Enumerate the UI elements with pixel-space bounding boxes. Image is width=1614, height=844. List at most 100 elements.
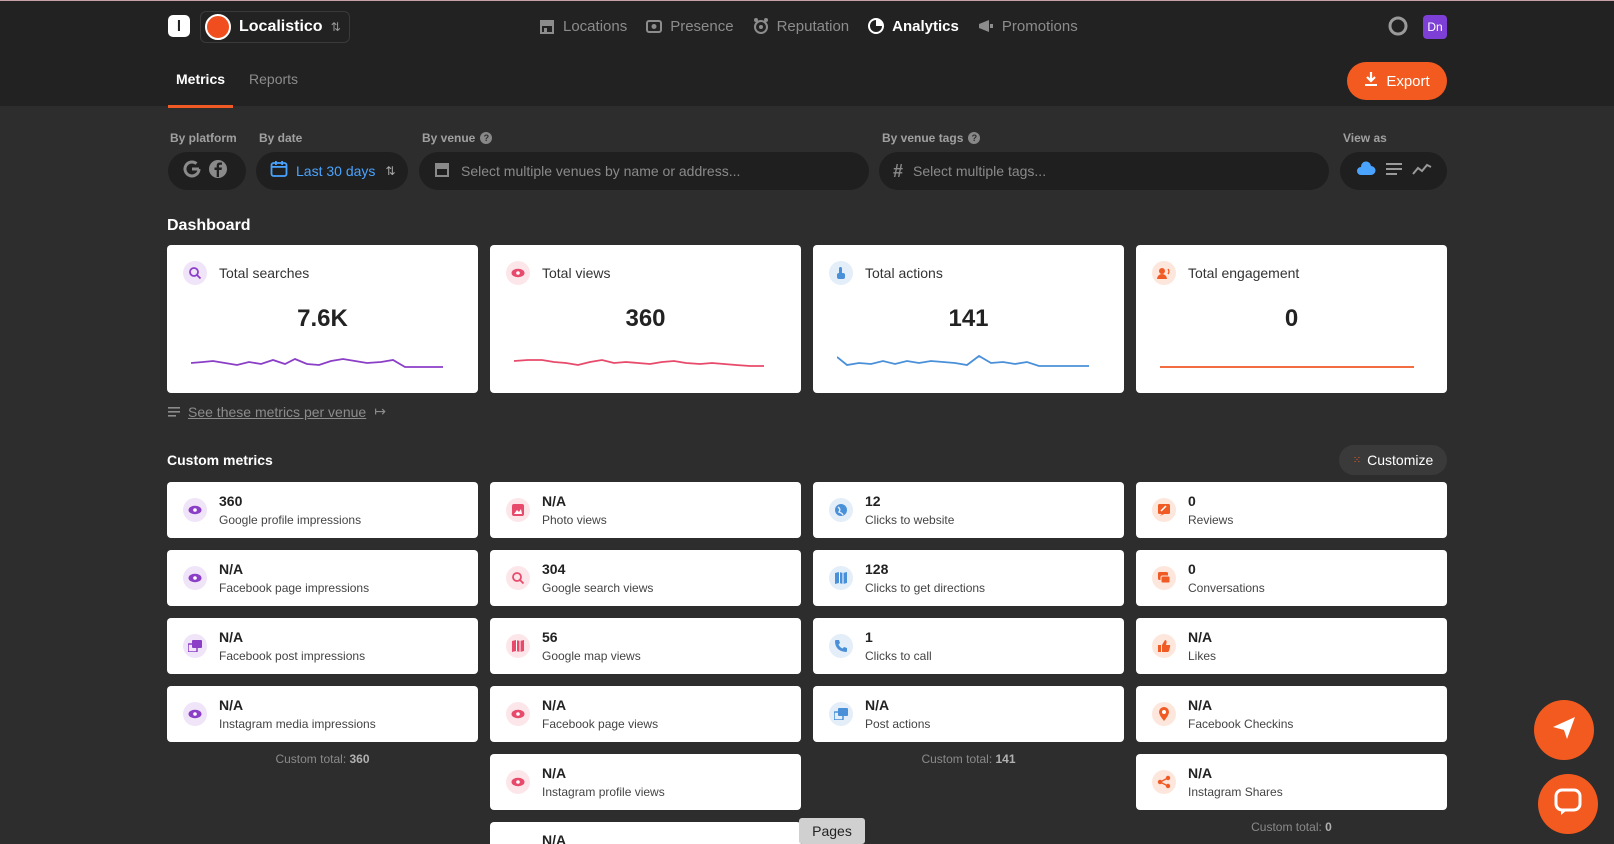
eye-icon <box>506 261 530 285</box>
metric-value: N/A <box>1188 629 1213 645</box>
nav-presence[interactable]: Presence <box>645 15 734 37</box>
view-as-label: View as <box>1343 131 1387 145</box>
metric-clicks-to-call[interactable]: 1 Clicks to call <box>813 618 1124 674</box>
metric-instagram-shares[interactable]: N/A Instagram Shares <box>1136 754 1447 810</box>
chat-icon <box>1152 566 1176 590</box>
metric-label: Instagram Shares <box>1188 785 1283 799</box>
tab-metrics[interactable]: Metrics <box>168 71 234 108</box>
metric-facebook-page-views[interactable]: N/A Facebook page views <box>490 686 801 742</box>
search-icon <box>183 261 207 285</box>
custom-total-value: 141 <box>995 752 1016 766</box>
nav-reputation[interactable]: Reputation <box>752 15 849 37</box>
chevron-updown-icon: ⇅ <box>330 20 341 34</box>
metric-reviews[interactable]: 0 Reviews <box>1136 482 1447 538</box>
card-total-searches[interactable]: Total searches 7.6K <box>167 245 478 393</box>
see-metrics-per-venue-link[interactable]: See these metrics per venue ↦ <box>168 403 386 420</box>
metric-facebook-checkins[interactable]: N/A Facebook Checkins <box>1136 686 1447 742</box>
brand-avatar <box>205 14 231 40</box>
card-total-engagement[interactable]: Total engagement 0 <box>1136 245 1447 393</box>
pin-icon <box>1152 702 1176 726</box>
metric-value: N/A <box>542 493 567 509</box>
top-bar: l Localistico ⇅ Locations Presence Reput… <box>0 0 1614 108</box>
metric-clicks-to-website[interactable]: 12 Clicks to website <box>813 482 1124 538</box>
calendar-icon <box>270 160 288 183</box>
sub-tabs: Metrics Reports <box>168 71 314 108</box>
custom-total-col3: Custom total: 141 <box>813 752 1124 766</box>
custom-total-col1: Custom total: 360 <box>167 752 478 766</box>
user-avatar[interactable]: Dn <box>1423 15 1447 39</box>
help-icon[interactable]: ? <box>480 132 493 144</box>
map-icon <box>829 566 853 590</box>
platform-filter[interactable] <box>168 152 246 190</box>
metric-label: Photo views <box>542 513 607 527</box>
tags-label-wrap: By venue tags ? <box>882 131 981 145</box>
metric-photo-views[interactable]: N/A Photo views <box>490 482 801 538</box>
metric-clicks-to-get-directions[interactable]: 128 Clicks to get directions <box>813 550 1124 606</box>
metric-label: Post actions <box>865 717 931 731</box>
see-link-text: See these metrics per venue <box>188 403 367 420</box>
venue-select[interactable]: Select multiple venues by name or addres… <box>419 152 869 190</box>
presence-icon <box>645 17 663 35</box>
google-icon[interactable] <box>182 159 202 184</box>
metric-label: Facebook Checkins <box>1188 717 1294 731</box>
metric-google-profile-impressions[interactable]: 360 Google profile impressions <box>167 482 478 538</box>
metric-label: Likes <box>1188 649 1217 663</box>
metric-likes[interactable]: N/A Likes <box>1136 618 1447 674</box>
card-total-actions[interactable]: Total actions 141 <box>813 245 1124 393</box>
metric-facebook-post-impressions[interactable]: N/A Facebook post impressions <box>167 618 478 674</box>
metric-label: Clicks to get directions <box>865 581 986 595</box>
store-icon <box>538 17 556 35</box>
list-view-icon[interactable] <box>1386 162 1402 181</box>
card-total-views[interactable]: Total views 360 <box>490 245 801 393</box>
feedback-fab[interactable] <box>1534 700 1594 760</box>
metric-label: Reviews <box>1188 513 1234 527</box>
tab-reports[interactable]: Reports <box>241 71 306 108</box>
tags-select[interactable]: # Select multiple tags... <box>879 152 1329 190</box>
customize-button[interactable]: ⁙ Customize <box>1339 445 1447 475</box>
export-button[interactable]: Export <box>1347 62 1447 100</box>
metric-google-map-views[interactable]: 56 Google map views <box>490 618 801 674</box>
view-as-toggle[interactable] <box>1340 152 1447 190</box>
nav-label: Locations <box>563 17 628 35</box>
megaphone-icon <box>977 17 995 35</box>
app-logo[interactable]: l <box>168 15 190 37</box>
cloud-view-icon[interactable] <box>1356 160 1376 182</box>
chart-view-icon[interactable] <box>1412 162 1432 181</box>
metric-facebook-page-impressions[interactable]: N/A Facebook page impressions <box>167 550 478 606</box>
metric-conversations[interactable]: 0 Conversations <box>1136 550 1447 606</box>
metric-instagram-profile-views[interactable]: N/A Instagram profile views <box>490 754 801 810</box>
metric-value: N/A <box>542 832 567 844</box>
hash-icon: # <box>893 160 904 181</box>
nav-promotions[interactable]: Promotions <box>977 15 1078 37</box>
custom-metrics-title: Custom metrics <box>167 452 273 468</box>
photo-icon <box>506 498 530 522</box>
date-filter[interactable]: Last 30 days ⇅ <box>256 152 408 190</box>
custom-total-value: 360 <box>349 752 370 766</box>
store-icon <box>433 160 451 183</box>
analytics-icon <box>867 17 885 35</box>
help-icon[interactable]: ? <box>968 132 981 144</box>
eye-icon <box>183 566 207 590</box>
lifebuoy-icon[interactable] <box>1388 16 1408 36</box>
metric-instagram-media-impressions[interactable]: N/A Instagram media impressions <box>167 686 478 742</box>
metric-value: N/A <box>219 561 244 577</box>
nav-locations[interactable]: Locations <box>538 15 627 37</box>
eye-icon <box>506 770 530 794</box>
chevron-updown-icon: ⇅ <box>385 164 396 178</box>
dashboard-title: Dashboard <box>167 217 251 234</box>
metric-value: N/A <box>1188 765 1213 781</box>
metric-google-search-views[interactable]: 304 Google search views <box>490 550 801 606</box>
brand-switcher[interactable]: Localistico ⇅ <box>200 11 350 43</box>
custom-total-label: Custom total: <box>1251 820 1322 834</box>
facebook-icon[interactable] <box>208 159 228 184</box>
metric-partial-card[interactable]: N/A <box>490 822 801 844</box>
metric-label: Google search views <box>542 581 654 595</box>
chat-fab[interactable] <box>1538 774 1598 834</box>
metric-label: Conversations <box>1188 581 1265 595</box>
review-icon <box>1152 498 1176 522</box>
sparkline-actions <box>837 354 1089 367</box>
main-nav: Locations Presence Reputation Analytics … <box>538 15 1078 37</box>
thumbs-up-icon <box>1152 634 1176 658</box>
metric-post-actions[interactable]: N/A Post actions <box>813 686 1124 742</box>
nav-analytics[interactable]: Analytics <box>867 15 959 37</box>
